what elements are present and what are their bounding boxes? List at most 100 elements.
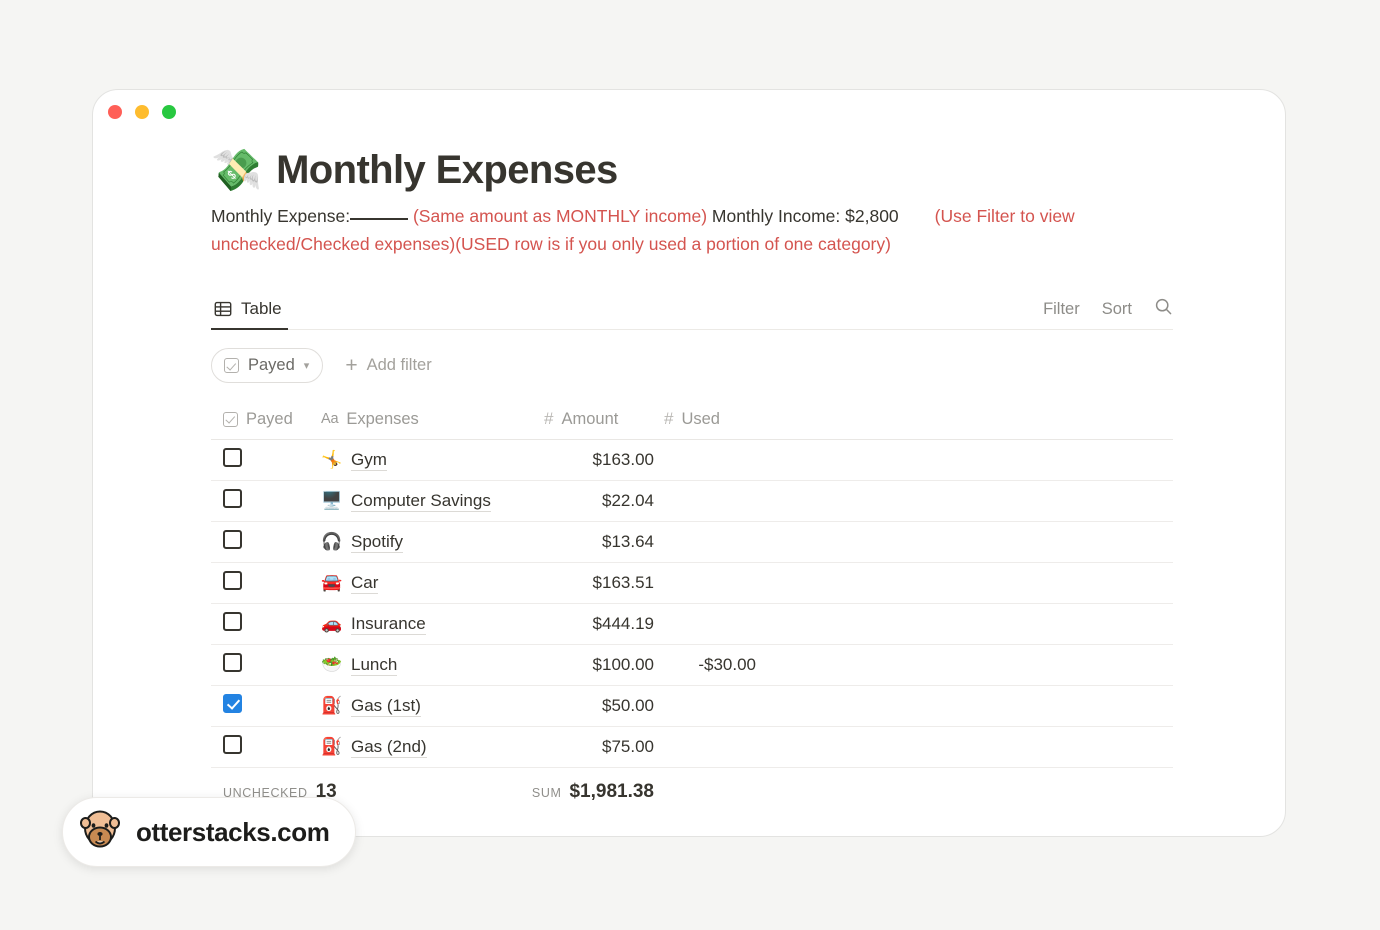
add-filter-label: Add filter [366, 356, 432, 375]
subtitle-expense-label: Monthly Expense: [211, 206, 351, 226]
row-payed-cell[interactable] [211, 489, 321, 513]
table-body: 🤸 Gym $163.00 🖥️ Computer Savings $22.04 [211, 440, 1173, 769]
table-row[interactable]: 🚗 Insurance $444.19 [211, 604, 1173, 646]
filter-row: Payed ▾ + Add filter [211, 348, 1285, 384]
column-header-expenses-label: Expenses [346, 409, 419, 428]
filter-chip-label: Payed [248, 356, 295, 375]
tab-table-label: Table [241, 299, 282, 319]
sum-label: SUM [531, 786, 562, 801]
watermark-badge: otterstacks.com [62, 797, 357, 867]
row-amount-cell[interactable]: $100.00 [534, 655, 654, 675]
page-title: Monthly Expenses [276, 148, 618, 192]
table-footer: UNCHECKED 13 SUM $1,981.38 [211, 772, 1173, 812]
window-traffic-lights [108, 105, 176, 119]
salad-icon: 🥗 [321, 655, 343, 676]
row-payed-cell[interactable] [211, 694, 321, 718]
row-amount-cell[interactable]: $444.19 [534, 614, 654, 634]
table-row[interactable]: 🚘 Car $163.51 [211, 563, 1173, 605]
payed-checkbox[interactable] [223, 571, 242, 591]
row-amount-cell[interactable]: $13.64 [534, 532, 654, 552]
table-header-row: Payed Aa Expenses # Amount # Used [211, 399, 1173, 441]
subtitle-note-income: (Same amount as MONTHLY income) [412, 206, 708, 226]
payed-checkbox[interactable] [223, 612, 242, 632]
headphone-icon: 🎧 [321, 532, 343, 553]
desktop-computer-icon: 🖥️ [321, 491, 343, 512]
subtitle-monthly-income: Monthly Income: $2,800 [711, 206, 899, 226]
row-name-cell[interactable]: 🖥️ Computer Savings [321, 490, 534, 513]
checkbox-icon [224, 358, 239, 374]
row-payed-cell[interactable] [211, 448, 321, 472]
row-payed-cell[interactable] [211, 530, 321, 554]
maximize-window-button[interactable] [162, 105, 176, 119]
row-name-cell[interactable]: 🤸 Gym [321, 449, 534, 472]
table-row[interactable]: ⛽ Gas (1st) $50.00 [211, 686, 1173, 728]
payed-checkbox[interactable] [223, 489, 242, 509]
filter-chip-payed[interactable]: Payed ▾ [211, 348, 324, 384]
app-window: 💸 Monthly Expenses Monthly Expense: (Sam… [92, 89, 1286, 837]
row-payed-cell[interactable] [211, 653, 321, 677]
column-header-amount[interactable]: # Amount [534, 409, 654, 429]
row-amount-cell[interactable]: $163.51 [534, 573, 654, 593]
plus-icon: + [345, 354, 358, 378]
row-payed-cell[interactable] [211, 612, 321, 636]
minimize-window-button[interactable] [135, 105, 149, 119]
column-header-amount-label: Amount [561, 409, 619, 428]
subtitle-note-used: (USED row is if you only used a portion … [455, 233, 891, 254]
add-filter-button[interactable]: + Add filter [345, 355, 431, 376]
table-row[interactable]: 🎧 Spotify $13.64 [211, 522, 1173, 564]
row-amount-cell[interactable]: $22.04 [534, 491, 654, 511]
chevron-down-icon: ▾ [303, 360, 310, 373]
payed-checkbox[interactable] [223, 448, 242, 468]
otter-logo-icon [77, 807, 123, 858]
view-actions: Filter Sort [1043, 297, 1173, 329]
row-name-cell[interactable]: 🥗 Lunch [321, 654, 534, 677]
column-header-payed-label: Payed [246, 409, 293, 428]
table-row[interactable]: 🥗 Lunch $100.00 -$30.00 [211, 645, 1173, 687]
row-name-cell[interactable]: ⛽ Gas (2nd) [321, 736, 534, 759]
payed-checkbox[interactable] [223, 653, 242, 673]
row-name-cell[interactable]: 🚘 Car [321, 572, 534, 595]
oncoming-car-icon: 🚘 [321, 573, 343, 594]
table-row[interactable]: 🖥️ Computer Savings $22.04 [211, 481, 1173, 523]
checkbox-icon [223, 411, 238, 427]
row-name-label: Lunch [351, 654, 398, 677]
row-amount-cell[interactable]: $75.00 [534, 737, 654, 757]
row-amount-cell[interactable]: $50.00 [534, 696, 654, 716]
table-row[interactable]: ⛽ Gas (2nd) $75.00 [211, 727, 1173, 769]
view-tabs: Table [211, 292, 288, 331]
row-name-label: Computer Savings [351, 490, 491, 513]
row-name-cell[interactable]: ⛽ Gas (1st) [321, 695, 534, 718]
column-header-expenses[interactable]: Aa Expenses [321, 410, 534, 429]
row-payed-cell[interactable] [211, 571, 321, 595]
sum-summary[interactable]: SUM $1,981.38 [531, 781, 654, 803]
row-name-cell[interactable]: 🚗 Insurance [321, 613, 534, 636]
tab-table[interactable]: Table [211, 299, 288, 331]
table-row[interactable]: 🤸 Gym $163.00 [211, 440, 1173, 482]
filter-button[interactable]: Filter [1043, 300, 1080, 319]
row-amount-cell[interactable]: $163.00 [534, 450, 654, 470]
payed-checkbox[interactable] [223, 530, 242, 550]
aa-text-icon: Aa [321, 411, 339, 428]
table-header: Payed Aa Expenses # Amount # Used [211, 399, 1173, 441]
row-name-label: Car [351, 572, 379, 595]
row-name-label: Insurance [351, 613, 426, 636]
fuel-pump-icon: ⛽ [321, 696, 343, 717]
expenses-table: Payed Aa Expenses # Amount # Used 🤸 Gym … [211, 399, 1173, 812]
row-name-cell[interactable]: 🎧 Spotify [321, 531, 534, 554]
table-icon [214, 300, 232, 318]
money-with-wings-icon: 💸 [211, 146, 263, 194]
expense-blank-line [350, 218, 409, 220]
number-icon: # [544, 409, 554, 429]
fuel-pump-icon: ⛽ [321, 737, 343, 758]
column-header-payed[interactable]: Payed [211, 410, 321, 429]
payed-checkbox[interactable] [223, 735, 242, 755]
search-icon[interactable] [1154, 297, 1173, 321]
sort-button[interactable]: Sort [1102, 300, 1132, 319]
row-used-cell[interactable]: -$30.00 [654, 655, 772, 675]
payed-checkbox[interactable] [223, 694, 242, 714]
row-payed-cell[interactable] [211, 735, 321, 759]
row-name-label: Gas (2nd) [351, 736, 427, 759]
close-window-button[interactable] [108, 105, 122, 119]
column-header-used[interactable]: # Used [654, 409, 772, 429]
watermark-text: otterstacks.com [136, 816, 330, 847]
